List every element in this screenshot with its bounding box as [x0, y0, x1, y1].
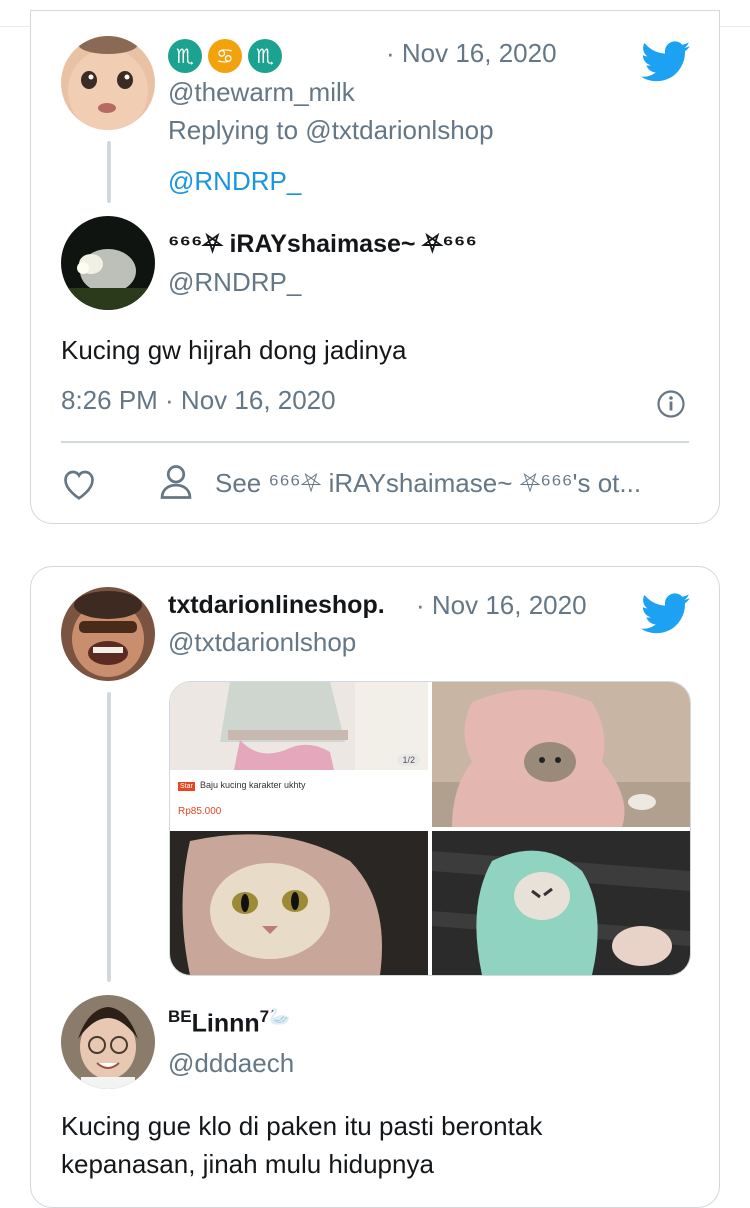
tweet-card-1[interactable]: ♏ ♋ ♏ · Nov 16, 2020 @thewarm_milk Reply… [30, 10, 720, 524]
zodiac-emojis: ♏ ♋ ♏ [168, 39, 282, 73]
media-image-cat-green[interactable] [432, 831, 690, 975]
display-name[interactable]: BELinnn7🦢 [168, 1007, 290, 1038]
handle[interactable]: @thewarm_milk [168, 77, 355, 108]
handle[interactable]: @RNDRP_ [168, 267, 301, 298]
thread-line [107, 692, 111, 982]
scorpio-icon: ♏ [168, 39, 202, 73]
tweet-time[interactable]: · Nov 16, 2020 [386, 38, 557, 69]
cancer-icon: ♋ [208, 39, 242, 73]
avatar-dddaech[interactable] [61, 995, 155, 1089]
pager: 1/2 [397, 754, 420, 766]
name-suffix: 7🦢 [259, 1007, 291, 1026]
timestamp[interactable]: 8:26 PM · Nov 16, 2020 [61, 385, 336, 416]
media-image-cat-pink-hijab[interactable] [432, 682, 690, 827]
avatar-thewarm-milk[interactable] [61, 36, 155, 130]
name-prefix: BE [168, 1007, 192, 1026]
tweet-time[interactable]: · Nov 16, 2020 [416, 590, 587, 621]
handle[interactable]: @txtdarionlshop [168, 627, 356, 658]
avatar-rndrp[interactable] [61, 216, 155, 310]
scorpio-icon: ♏ [248, 39, 282, 73]
media-image-cat-closeup[interactable] [170, 831, 428, 975]
mention-link[interactable]: @RNDRP_ [168, 166, 301, 197]
replying-to: Replying to @txtdarionlshop [168, 115, 494, 145]
see-more-link[interactable]: See ⁶⁶⁶⛧ iRAYshaimase~ ⛧⁶⁶⁶'s ot... [215, 468, 641, 500]
handle[interactable]: @dddaech [168, 1048, 294, 1079]
avatar-txtdarionlshop[interactable] [61, 587, 155, 681]
display-name[interactable]: ⁶⁶⁶⛧ iRAYshaimase~ ⛧⁶⁶⁶ [168, 230, 477, 259]
heart-icon[interactable] [61, 467, 97, 501]
thread-line [107, 141, 111, 203]
divider [61, 441, 689, 443]
person-icon[interactable] [159, 463, 193, 501]
store-badge: Star [178, 782, 195, 791]
display-name[interactable]: txtdarionlineshop. [168, 591, 385, 620]
tweet-text: Kucing gw hijrah dong jadinya [61, 335, 407, 365]
tweet-card-2[interactable]: txtdarionlineshop. · Nov 16, 2020 @txtda… [30, 566, 720, 1208]
info-icon[interactable] [656, 389, 686, 419]
product-price: Rp85.000 [178, 806, 222, 817]
twitter-bird-icon[interactable] [641, 41, 691, 83]
name-main: Linnn [191, 1009, 260, 1038]
twitter-bird-icon[interactable] [641, 593, 691, 635]
reply-text: Kucing gue klo di paken itu pasti beront… [61, 1111, 543, 1179]
media-grid[interactable]: 1/2 Star Baju kucing karakter ukhty Rp85… [169, 681, 691, 976]
product-title: Baju kucing karakter ukhty [200, 780, 306, 790]
media-image-product[interactable]: 1/2 Star Baju kucing karakter ukhty Rp85… [170, 682, 428, 827]
